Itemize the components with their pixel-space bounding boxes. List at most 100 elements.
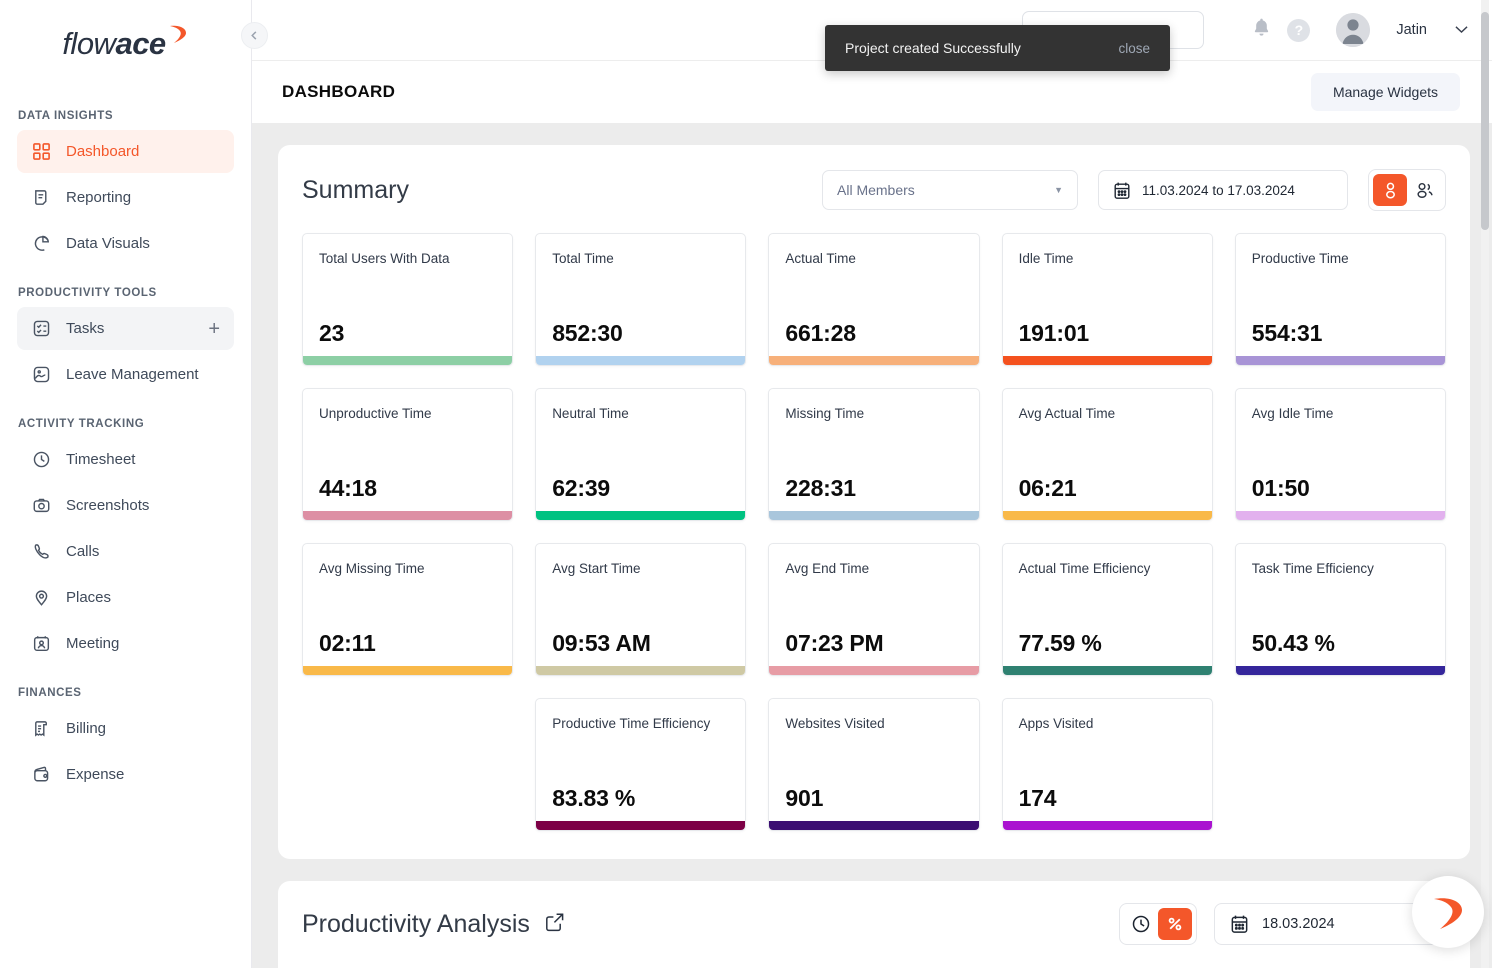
metric-card[interactable]: Total Time 852:30 [535, 233, 747, 366]
sidebar-item-meeting[interactable]: Meeting [17, 622, 234, 665]
caret-down-icon: ▼ [1054, 185, 1063, 195]
metric-card[interactable]: Productive Time Efficiency 83.83 % [535, 698, 747, 831]
metric-value: 554:31 [1251, 320, 1323, 346]
sidebar-item-timesheet[interactable]: Timesheet [17, 438, 234, 481]
sidebar-item-data-visuals[interactable]: Data Visuals [17, 222, 234, 265]
metric-value: 83.83 % [552, 785, 636, 811]
clock-icon [31, 449, 52, 470]
chat-fab-button[interactable] [1412, 876, 1484, 948]
brand-logo[interactable]: flowace [0, 0, 251, 88]
sidebar-item-label: Billing [66, 720, 107, 737]
sidebar: flowace DATA INSIGHTS Dashboard Reportin… [0, 0, 252, 968]
metric-card[interactable]: Avg Start Time 09:53 AM [535, 543, 747, 676]
metric-card[interactable]: Idle Time 191:01 [1001, 233, 1213, 366]
sidebar-item-screenshots[interactable]: Screenshots [17, 484, 234, 527]
main-area: ? Jatin DASHBOARD Manage Widgets Summary… [252, 0, 1492, 968]
metric-card[interactable]: Missing Time 228:31 [768, 388, 980, 521]
location-pin-icon [31, 587, 52, 608]
sidebar-item-label: Leave Management [66, 366, 199, 383]
metric-card[interactable]: Unproductive Time 44:18 [302, 388, 514, 521]
metric-accent-bar [1002, 356, 1212, 365]
metric-accent-bar [1235, 356, 1445, 365]
sidebar-item-calls[interactable]: Calls [17, 530, 234, 573]
metric-value: 02:11 [319, 630, 376, 656]
metric-card[interactable]: Avg End Time 07:23 PM [768, 543, 980, 676]
metric-card[interactable]: Websites Visited 901 [768, 698, 980, 831]
metric-card[interactable]: Neutral Time 62:39 [535, 388, 747, 521]
member-filter-select[interactable]: All Members ▼ [822, 170, 1078, 210]
date-range-value: 11.03.2024 to 17.03.2024 [1142, 182, 1295, 198]
brand-name-light: flow [62, 26, 116, 61]
metric-accent-bar [303, 356, 513, 365]
metric-card[interactable]: Avg Idle Time 01:50 [1234, 388, 1446, 521]
metric-card[interactable]: Apps Visited 174 [1001, 698, 1213, 831]
page-scrollbar[interactable] [1481, 0, 1489, 968]
pie-chart-icon [31, 233, 52, 254]
metric-accent-bar [1002, 821, 1212, 830]
help-icon[interactable]: ? [1287, 18, 1311, 42]
sidebar-item-dashboard[interactable]: Dashboard [17, 130, 234, 173]
grid-icon [31, 141, 52, 162]
metric-accent-bar [536, 511, 746, 520]
metric-value: 01:50 [1251, 475, 1310, 501]
metric-value: 661:28 [785, 320, 856, 346]
phone-icon [31, 541, 52, 562]
sidebar-item-billing[interactable]: Billing [17, 707, 234, 750]
metric-card[interactable]: Actual Time Efficiency 77.59 % [1001, 543, 1213, 676]
bell-icon[interactable] [1252, 17, 1271, 43]
metric-card[interactable]: Productive Time 554:31 [1234, 233, 1446, 366]
view-mode-toggle [1368, 169, 1446, 211]
sidebar-item-label: Places [66, 589, 112, 606]
metric-accent-bar [1235, 666, 1445, 675]
metric-card[interactable]: Avg Actual Time 06:21 [1001, 388, 1213, 521]
flowace-swoosh-icon [1434, 898, 1462, 929]
external-link-icon[interactable] [544, 911, 566, 938]
sidebar-collapse-button[interactable] [241, 22, 268, 49]
avatar[interactable] [1336, 13, 1371, 47]
meeting-icon [31, 633, 52, 654]
single-user-toggle-button[interactable] [1373, 174, 1407, 206]
flowace-swoosh-icon [167, 23, 189, 45]
toast-close-button[interactable]: close [1118, 41, 1150, 56]
nav-group-data-insights: DATA INSIGHTS [18, 110, 114, 122]
sidebar-item-label: Data Visuals [66, 235, 150, 252]
group-users-toggle-button[interactable] [1407, 174, 1441, 206]
metric-label: Total Users With Data [319, 251, 450, 266]
metric-card[interactable]: Actual Time 661:28 [768, 233, 980, 366]
metric-accent-bar [769, 666, 979, 675]
metric-card[interactable]: Total Users With Data 23 [302, 233, 514, 366]
sidebar-item-tasks[interactable]: Tasks + [17, 307, 234, 350]
app-root: flowace DATA INSIGHTS Dashboard Reportin… [0, 0, 1492, 968]
metric-value: 174 [1018, 785, 1057, 811]
metric-label: Idle Time [1018, 251, 1074, 266]
metric-label: Avg Missing Time [319, 561, 425, 576]
sidebar-item-expense[interactable]: Expense [17, 753, 234, 796]
date-range-picker[interactable]: 11.03.2024 to 17.03.2024 [1098, 170, 1348, 210]
manage-widgets-button[interactable]: Manage Widgets [1310, 73, 1460, 111]
metric-accent-bar [303, 666, 513, 675]
metric-label: Unproductive Time [319, 406, 432, 421]
scrollbar-thumb[interactable] [1481, 12, 1489, 230]
metric-value: 228:31 [785, 475, 856, 501]
sidebar-item-label: Reporting [66, 189, 132, 206]
sidebar-item-leave-management[interactable]: Leave Management [17, 353, 234, 396]
summary-header: Summary All Members ▼ 11.03.2024 to 17.0… [302, 169, 1446, 211]
metric-card[interactable]: Avg Missing Time 02:11 [302, 543, 514, 676]
sidebar-item-label: Expense [66, 766, 125, 783]
metric-accent-bar [1002, 511, 1212, 520]
toast-notification: Project created Successfully close [825, 25, 1170, 71]
user-menu-chevron-down-icon[interactable] [1455, 21, 1468, 39]
metric-accent-bar [769, 821, 979, 830]
pa-percent-toggle-button[interactable] [1158, 908, 1192, 940]
sidebar-item-label: Screenshots [66, 497, 150, 514]
sidebar-item-label: Tasks [66, 320, 105, 337]
pa-clock-toggle-button[interactable] [1124, 908, 1158, 940]
sidebar-item-places[interactable]: Places [17, 576, 234, 619]
sidebar-item-reporting[interactable]: Reporting [17, 176, 234, 219]
productivity-analysis-panel: Productivity Analysis 18.03.2024 [278, 881, 1470, 968]
metric-label: Productive Time Efficiency [552, 716, 711, 731]
metric-card[interactable]: Task Time Efficiency 50.43 % [1234, 543, 1446, 676]
summary-panel: Summary All Members ▼ 11.03.2024 to 17.0… [278, 145, 1470, 859]
metric-label: Websites Visited [785, 716, 885, 731]
add-task-button[interactable]: + [208, 319, 220, 339]
